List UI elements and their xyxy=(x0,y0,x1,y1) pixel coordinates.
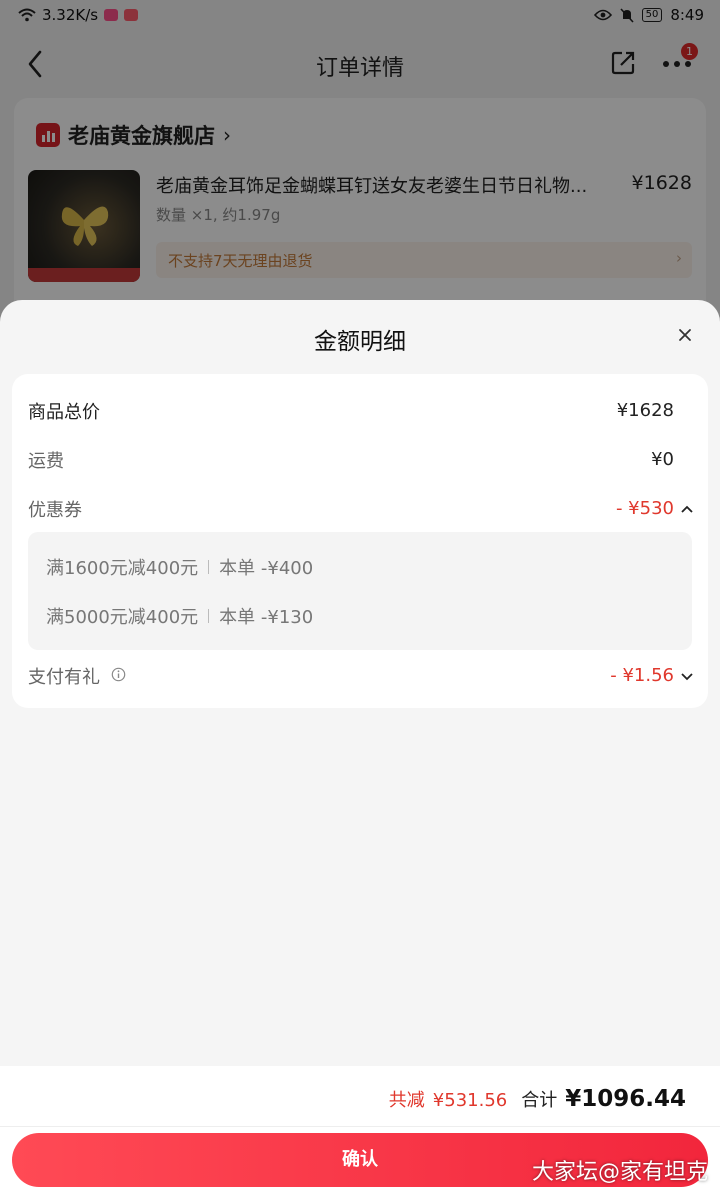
coupon-label: 优惠券 xyxy=(28,500,82,521)
chevron-down-icon[interactable] xyxy=(680,671,694,681)
sheet-title: 金额明细 xyxy=(314,329,406,355)
close-icon[interactable] xyxy=(674,324,696,346)
info-icon[interactable] xyxy=(111,667,126,682)
coupon-amount: 本单 -¥400 xyxy=(219,558,314,579)
price-summary: 共减 ¥531.56 合计 ¥1096.44 xyxy=(389,1086,686,1112)
coupon-value[interactable]: - ¥530 xyxy=(616,498,674,519)
coupon-amount: 本单 -¥130 xyxy=(219,607,314,628)
payment-gift-value[interactable]: - ¥1.56 xyxy=(610,665,674,686)
divider xyxy=(0,1126,720,1127)
total-value: ¥1096.44 xyxy=(565,1086,686,1112)
shipping-label: 运费 xyxy=(28,451,64,472)
total-discount-label: 共减 xyxy=(388,1090,425,1111)
coupon-item: 满1600元减400元 本单 -¥400 xyxy=(46,554,313,580)
amount-detail-card: 商品总价 ¥1628 运费 ¥0 优惠券 - ¥530 满1600元减400元 … xyxy=(12,374,708,708)
coupon-rule: 满1600元减400元 xyxy=(46,558,199,579)
goods-total-value: ¥1628 xyxy=(616,400,674,421)
coupon-breakdown: 满1600元减400元 本单 -¥400 满5000元减400元 本单 -¥13… xyxy=(28,532,692,650)
goods-total-label: 商品总价 xyxy=(28,402,100,423)
total-discount-value: ¥531.56 xyxy=(432,1090,508,1111)
total-label: 合计 xyxy=(521,1090,558,1111)
coupon-item: 满5000元减400元 本单 -¥130 xyxy=(46,603,313,629)
watermark: 大家坛@家有坦克 xyxy=(531,1160,708,1185)
shipping-value: ¥0 xyxy=(651,449,674,470)
payment-gift-label: 支付有礼 xyxy=(28,667,100,688)
chevron-up-icon[interactable] xyxy=(680,504,694,514)
coupon-rule: 满5000元减400元 xyxy=(46,607,199,628)
amount-detail-sheet: 金额明细 商品总价 ¥1628 运费 ¥0 优惠券 - ¥530 满1600元减… xyxy=(0,300,720,1200)
